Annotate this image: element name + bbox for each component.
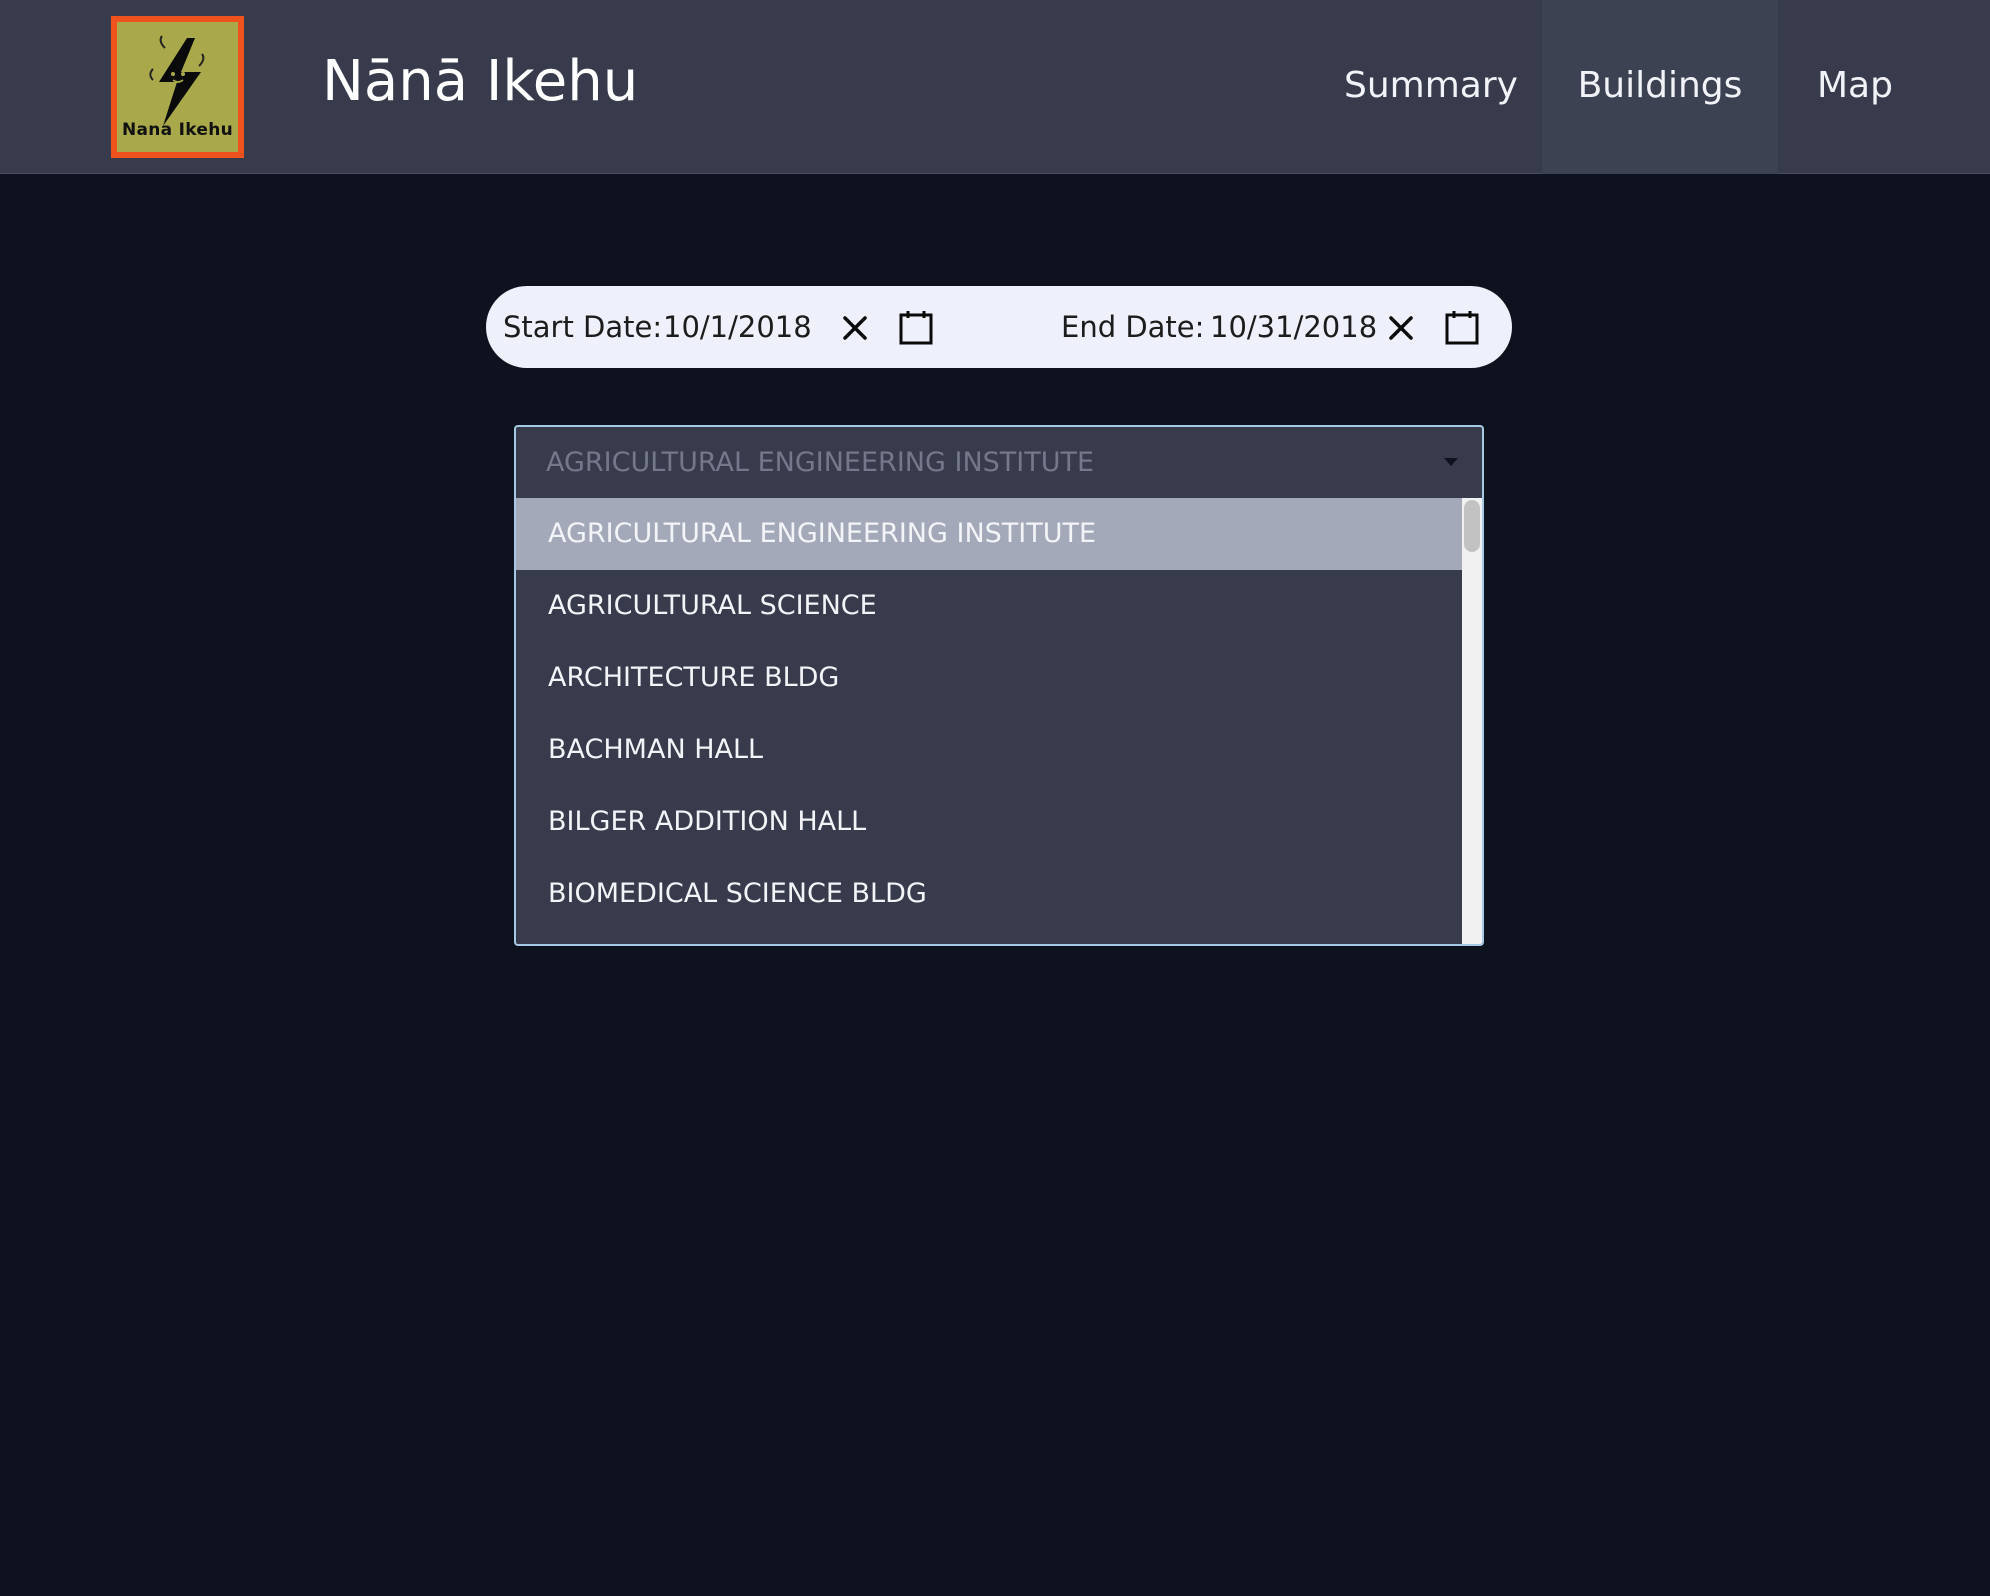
end-date-calendar-icon[interactable] — [1440, 306, 1484, 350]
caret-down-icon[interactable] — [1444, 458, 1458, 466]
logo[interactable]: Nana Ikehu — [111, 16, 244, 158]
nav-buildings[interactable]: Buildings — [1542, 0, 1778, 174]
logo-badge: Nana Ikehu — [117, 22, 238, 152]
building-option[interactable]: AGRICULTURAL SCIENCE — [516, 570, 1464, 642]
nav-map[interactable]: Map — [1780, 0, 1930, 174]
building-option[interactable]: ARCHITECTURE BLDG — [516, 642, 1464, 714]
end-date-input[interactable]: 10/31/2018 — [1210, 286, 1377, 368]
end-date-clear-icon[interactable] — [1379, 306, 1423, 350]
date-range-picker: Start Date: 10/1/2018 End Date: 10/31/20… — [486, 286, 1512, 368]
start-date-clear-icon[interactable] — [833, 306, 877, 350]
dropdown-scrollbar[interactable] — [1462, 498, 1482, 944]
scrollbar-thumb[interactable] — [1464, 500, 1480, 552]
building-select[interactable]: AGRICULTURAL ENGINEERING INSTITUTE — [514, 425, 1484, 499]
start-date-input[interactable]: 10/1/2018 — [663, 286, 812, 368]
top-navbar: Nana Ikehu Nānā Ikehu Summary Buildings … — [0, 0, 1990, 174]
building-option[interactable]: AGRICULTURAL ENGINEERING INSTITUTE — [516, 498, 1464, 570]
building-dropdown-list: AGRICULTURAL ENGINEERING INSTITUTE AGRIC… — [514, 498, 1484, 946]
start-date-calendar-icon[interactable] — [894, 306, 938, 350]
building-select-value: AGRICULTURAL ENGINEERING INSTITUTE — [546, 447, 1095, 478]
building-option[interactable]: BACHMAN HALL — [516, 714, 1464, 786]
end-date-label: End Date: — [1061, 310, 1205, 344]
start-date-label: Start Date: — [503, 310, 663, 344]
building-option[interactable]: BIOMEDICAL SCIENCE BLDG — [516, 858, 1464, 930]
brand-title[interactable]: Nānā Ikehu — [322, 42, 638, 122]
nav-summary[interactable]: Summary — [1322, 0, 1540, 174]
building-option[interactable]: BILGER ADDITION HALL — [516, 786, 1464, 858]
logo-text: Nana Ikehu — [121, 120, 234, 140]
